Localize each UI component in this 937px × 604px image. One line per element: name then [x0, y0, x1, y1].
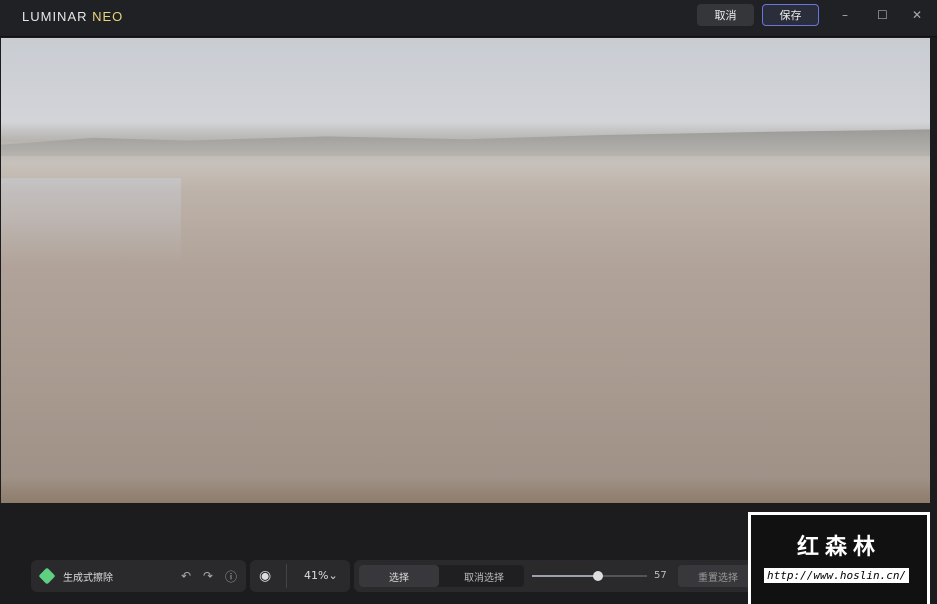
eye-icon[interactable]: ◉	[259, 568, 271, 584]
slider-thumb[interactable]	[592, 571, 603, 581]
redo-icon[interactable]: ↷	[203, 569, 213, 583]
logo-accent: NEO	[92, 9, 124, 24]
selection-mode-toggle: 选择 取消选择	[359, 565, 524, 587]
photo-sand	[1, 478, 930, 503]
zoom-value: 41%	[304, 569, 329, 582]
photo-water	[1, 178, 181, 263]
info-icon[interactable]: ⓘ	[225, 568, 237, 585]
reset-selection-button[interactable]: 重置选择	[678, 565, 758, 587]
maximize-icon[interactable]: ☐	[877, 8, 888, 22]
watermark: 红森林 http://www.hoslin.cn/	[748, 512, 930, 604]
tool-label: 生成式擦除	[63, 572, 113, 584]
title-bar: LUMINAR NEO 取消 保存 – ☐ ✕	[0, 0, 937, 37]
brush-size-slider[interactable]	[532, 571, 647, 581]
eraser-icon	[38, 567, 56, 585]
photo-canvas[interactable]	[1, 38, 930, 503]
select-tab[interactable]: 选择	[359, 565, 439, 587]
save-button[interactable]: 保存	[762, 4, 819, 26]
watermark-title: 红森林	[796, 535, 881, 560]
cancel-button[interactable]: 取消	[697, 4, 754, 26]
photo-dunes	[1, 129, 930, 156]
app-logo: LUMINAR NEO	[22, 9, 123, 24]
zoom-dropdown[interactable]: 41%⌄	[304, 569, 338, 582]
brush-size-value: 57	[654, 570, 667, 581]
slider-fill	[532, 575, 598, 577]
divider	[286, 564, 287, 588]
tool-panel: 生成式擦除 ↶ ↷ ⓘ	[31, 560, 246, 592]
minimize-icon[interactable]: –	[842, 8, 848, 22]
chevron-down-icon: ⌄	[328, 569, 338, 582]
undo-icon[interactable]: ↶	[181, 569, 191, 583]
deselect-tab[interactable]: 取消选择	[444, 565, 524, 587]
watermark-url: http://www.hoslin.cn/	[764, 568, 910, 583]
close-icon[interactable]: ✕	[912, 8, 922, 22]
view-panel: ◉ 41%⌄	[250, 560, 350, 592]
logo-text: LUMINAR	[22, 9, 93, 24]
